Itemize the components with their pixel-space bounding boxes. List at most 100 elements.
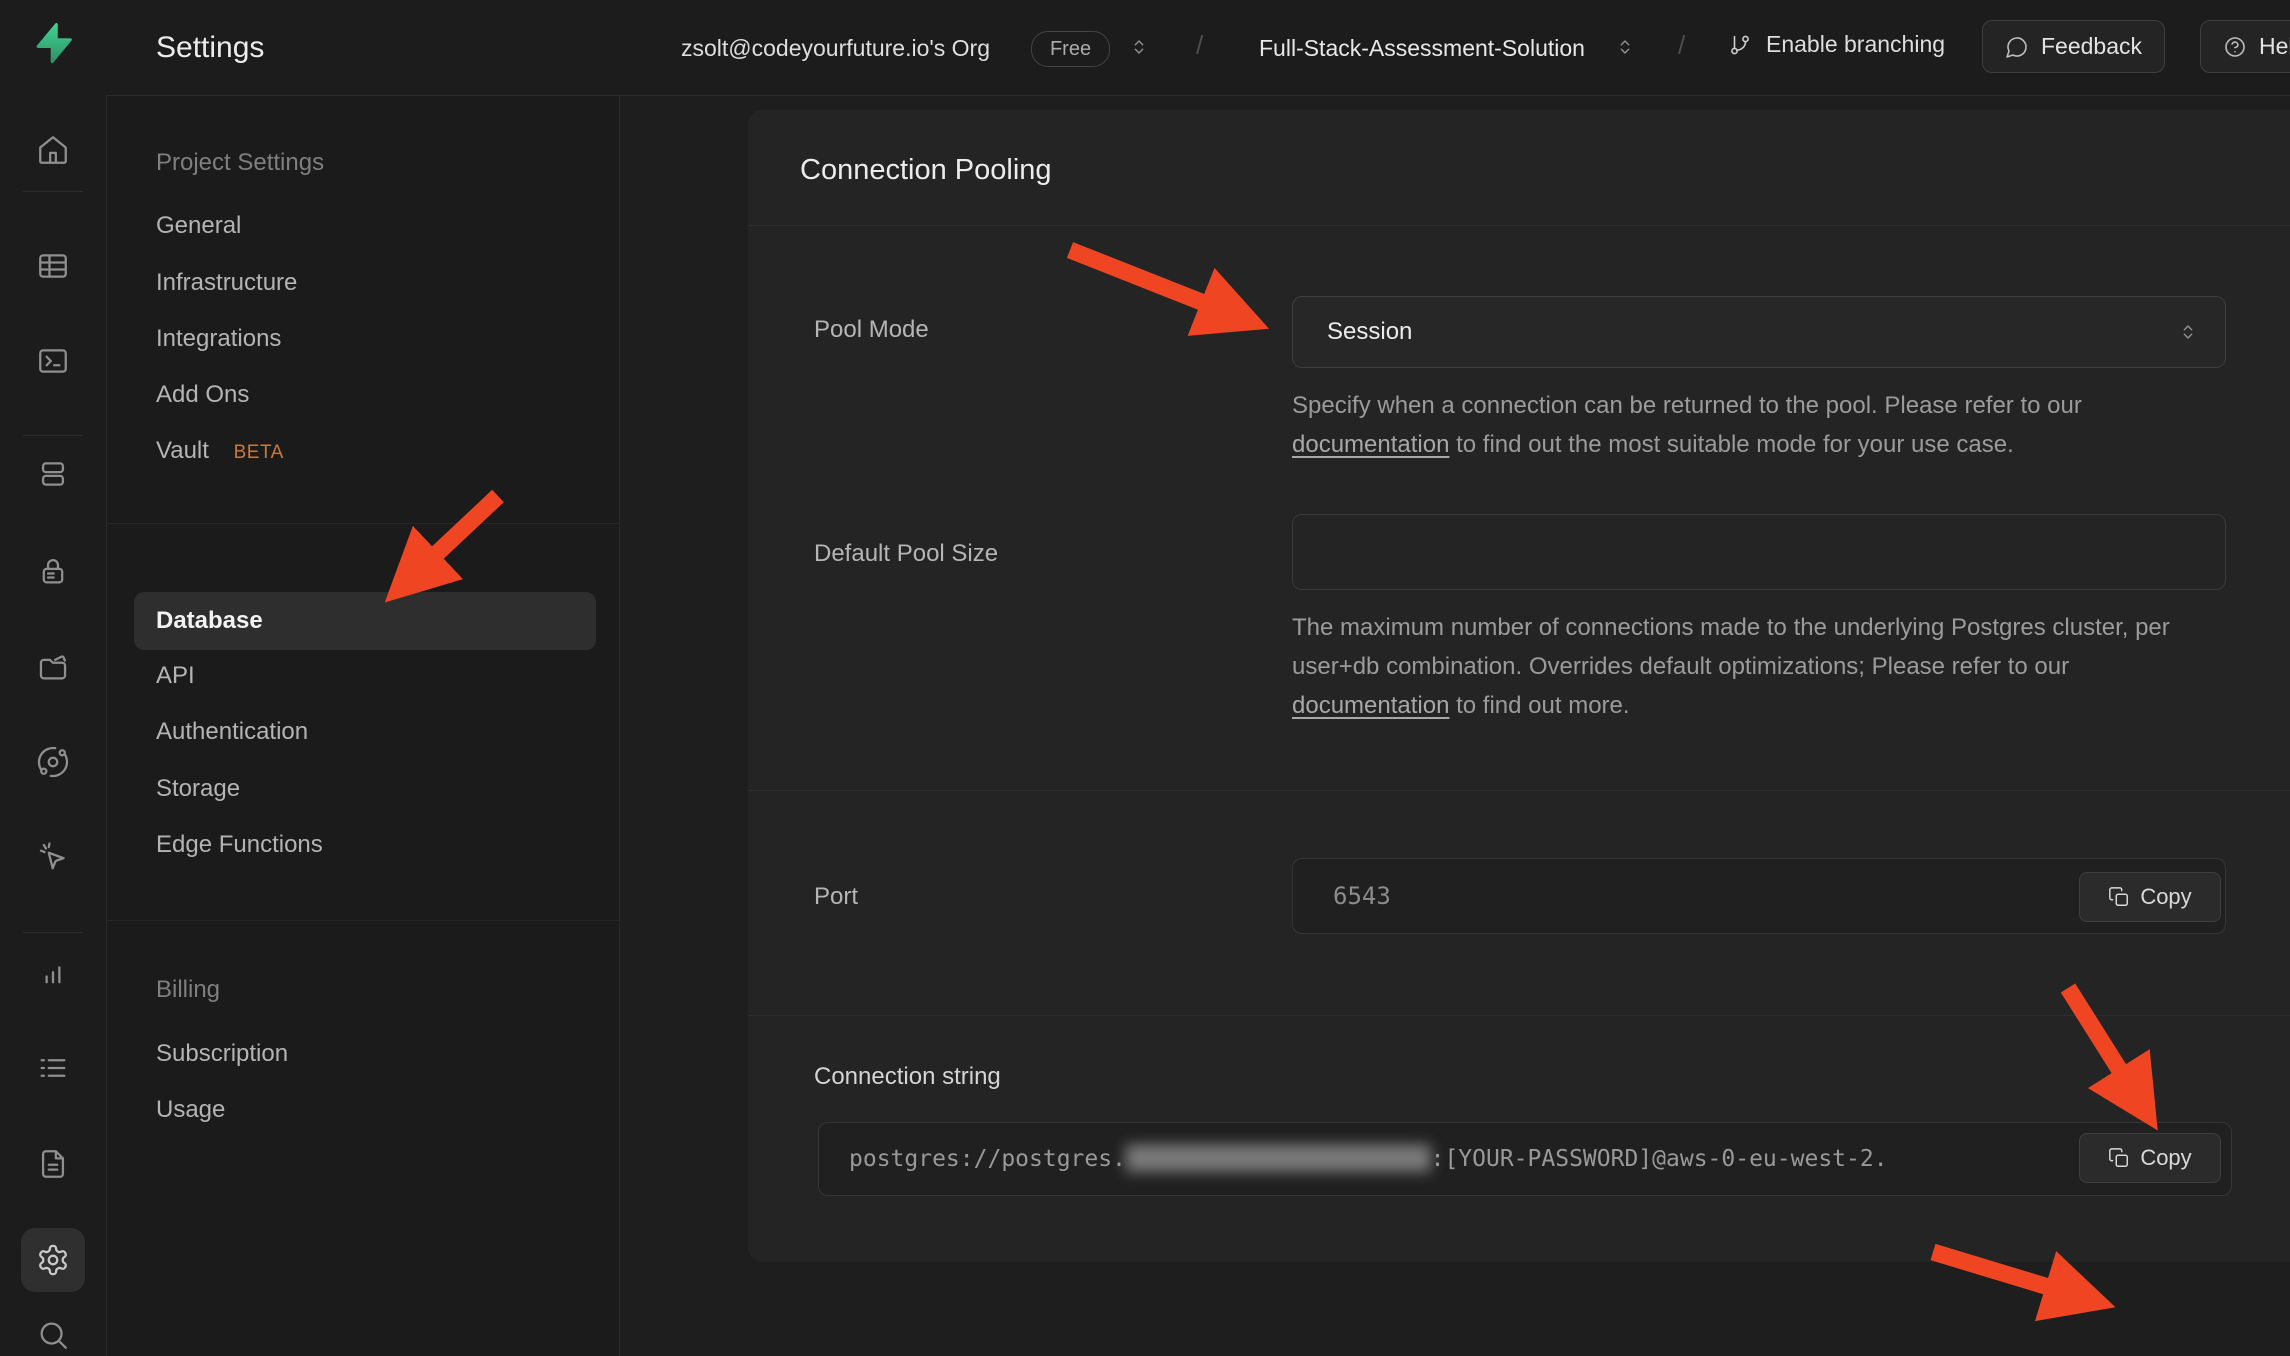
nav-item-api[interactable]: API [156, 664, 195, 688]
nav-divider [106, 920, 619, 921]
plan-badge: Free [1031, 31, 1110, 67]
settings-nav-panel: Project Settings General Infrastructure … [106, 95, 620, 1356]
rail-realtime-button[interactable] [36, 745, 70, 779]
help-button[interactable]: Help [2200, 20, 2290, 73]
auth-lock-icon [36, 554, 70, 588]
nav-item-storage[interactable]: Storage [156, 777, 240, 801]
advisors-cursor-icon [36, 840, 70, 874]
logs-list-icon [36, 1051, 70, 1085]
default-pool-size-input[interactable] [1292, 514, 2226, 590]
nav-item-infrastructure[interactable]: Infrastructure [156, 271, 297, 295]
copy-label: Copy [2140, 1145, 2191, 1171]
rail-database-button[interactable] [36, 457, 70, 491]
project-breadcrumb[interactable]: Full-Stack-Assessment-Solution [1259, 35, 1585, 62]
home-icon [36, 133, 70, 167]
nav-item-add-ons[interactable]: Add Ons [156, 383, 249, 407]
nav-item-usage[interactable]: Usage [156, 1098, 225, 1122]
default-pool-size-label: Default Pool Size [814, 540, 998, 568]
icon-rail [0, 0, 107, 1356]
breadcrumb-separator: / [1196, 30, 1203, 61]
reports-chart-icon [36, 956, 70, 990]
project-switcher[interactable] [1614, 36, 1636, 63]
topbar: Settings zsolt@codeyourfuture.io's Org F… [106, 0, 2290, 96]
pool-mode-desc-text: Specify when a connection can be returne… [1292, 392, 2082, 419]
enable-branching-label: Enable branching [1766, 31, 1945, 58]
port-value: 6543 [1293, 882, 1391, 910]
feedback-label: Feedback [2041, 33, 2142, 60]
org-switcher[interactable] [1128, 36, 1150, 63]
connection-string-prefix: postgres://postgres. [849, 1146, 1126, 1172]
nav-item-vault[interactable]: Vault BETA [156, 439, 284, 465]
nav-group-title: Project Settings [156, 151, 324, 175]
rail-divider [23, 191, 83, 192]
rail-settings-button-active[interactable] [21, 1228, 85, 1292]
rail-reports-button[interactable] [36, 956, 70, 990]
settings-gear-icon [36, 1243, 70, 1277]
rail-search-button[interactable] [36, 1318, 70, 1352]
rail-advisors-button[interactable] [36, 840, 70, 874]
main-content: Connection Pooling Pool Mode Session Spe… [620, 95, 2290, 1356]
copy-label: Copy [2140, 884, 2191, 910]
pool-mode-desc-text: to find out the most suitable mode for y… [1449, 431, 2013, 458]
rail-table-editor-button[interactable] [36, 249, 70, 283]
connection-string-label: Connection string [814, 1063, 1001, 1091]
table-editor-icon [36, 249, 70, 283]
documentation-link[interactable]: documentation [1292, 431, 1449, 458]
connection-string-field[interactable]: postgres://postgres.████████████████████… [818, 1122, 2232, 1196]
connection-pooling-card: Connection Pooling Pool Mode Session Spe… [748, 110, 2290, 1262]
nav-group-title: Billing [156, 978, 220, 1002]
card-divider [748, 790, 2290, 791]
pool-mode-value: Session [1327, 318, 2177, 346]
nav-item-vault-label: Vault [156, 437, 209, 464]
settings-gear-wrap [36, 1243, 70, 1277]
help-label: Help [2259, 33, 2290, 60]
nav-item-integrations[interactable]: Integrations [156, 327, 281, 351]
rail-storage-button[interactable] [36, 650, 70, 684]
nav-item-authentication[interactable]: Authentication [156, 720, 308, 744]
vault-beta-badge: BETA [234, 442, 284, 463]
pool-size-desc-text: to find out more. [1449, 692, 1629, 719]
nav-item-edge-functions[interactable]: Edge Functions [156, 833, 323, 857]
pool-size-desc-text: The maximum number of connections made t… [1292, 614, 2170, 680]
page-title: Settings [156, 31, 264, 65]
sql-editor-icon [36, 344, 70, 378]
supabase-logo[interactable] [30, 20, 76, 66]
rail-sql-editor-button[interactable] [36, 344, 70, 378]
documentation-link[interactable]: documentation [1292, 692, 1449, 719]
connection-string-redacted: ██████████████████████ [1126, 1146, 1431, 1172]
connection-string-copy-button[interactable]: Copy [2079, 1133, 2221, 1183]
feedback-button[interactable]: Feedback [1982, 20, 2165, 73]
rail-auth-button[interactable] [36, 554, 70, 588]
rail-logs-button[interactable] [36, 1051, 70, 1085]
breadcrumb-separator: / [1678, 30, 1685, 61]
plan-badge-label: Free [1050, 38, 1091, 61]
help-circle-icon [2223, 35, 2247, 59]
nav-item-general[interactable]: General [156, 214, 241, 238]
search-icon [36, 1318, 70, 1352]
card-title: Connection Pooling [800, 154, 1052, 187]
pool-mode-select[interactable]: Session [1292, 296, 2226, 368]
feedback-bubble-icon [2005, 35, 2029, 59]
copy-icon [2108, 886, 2130, 908]
default-pool-size-description: The maximum number of connections made t… [1292, 608, 2207, 725]
pool-mode-description: Specify when a connection can be returne… [1292, 386, 2242, 464]
chevrons-up-down-icon [1128, 36, 1150, 58]
enable-branching-button[interactable]: Enable branching [1728, 31, 1945, 58]
rail-home-button[interactable] [36, 133, 70, 167]
realtime-orbit-icon [36, 745, 70, 779]
chevrons-up-down-icon [1614, 36, 1636, 58]
rail-api-docs-button[interactable] [36, 1147, 70, 1181]
pool-mode-label: Pool Mode [814, 316, 929, 344]
git-branch-icon [1728, 33, 1752, 57]
connection-string-suffix: :[YOUR-PASSWORD]@aws-0-eu-west-2. [1431, 1146, 1888, 1172]
api-docs-file-icon [36, 1147, 70, 1181]
card-divider [748, 225, 2290, 226]
rail-divider [23, 435, 83, 436]
card-divider [748, 1015, 2290, 1016]
nav-item-subscription[interactable]: Subscription [156, 1042, 288, 1066]
storage-folder-icon [36, 650, 70, 684]
port-copy-button[interactable]: Copy [2079, 872, 2221, 922]
nav-item-database-label: Database [156, 609, 263, 633]
org-breadcrumb[interactable]: zsolt@codeyourfuture.io's Org [681, 35, 990, 62]
port-label: Port [814, 883, 858, 911]
